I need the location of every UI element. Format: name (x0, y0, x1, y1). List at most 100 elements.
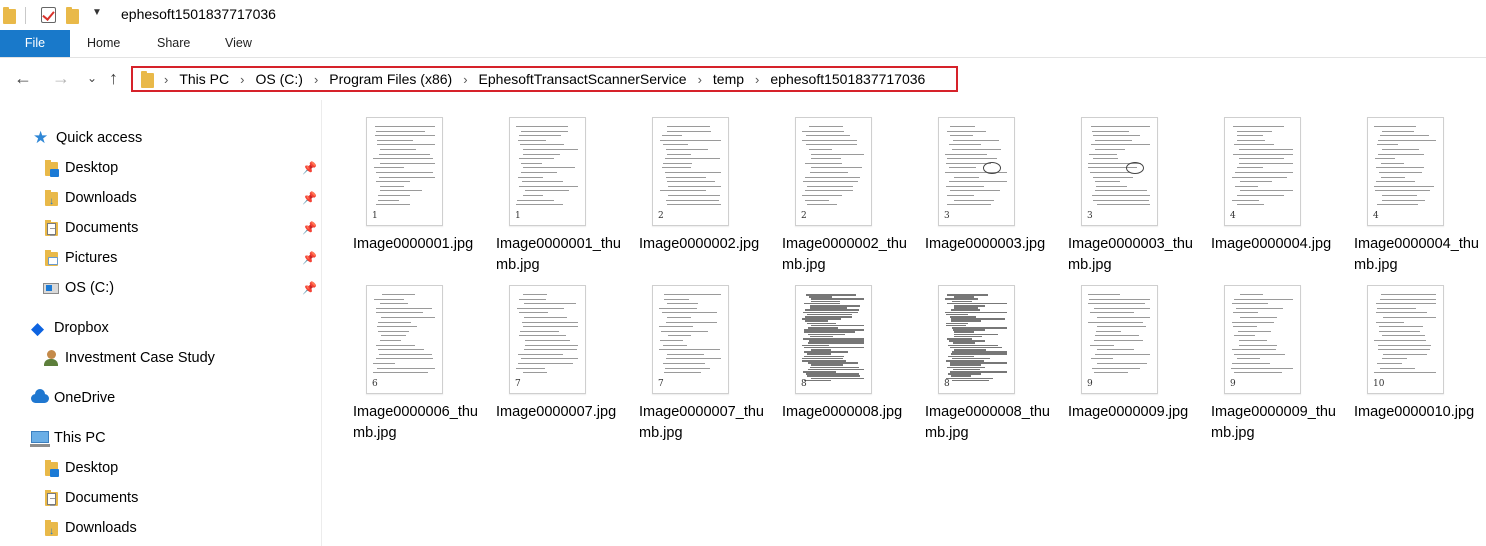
breadcrumb-ephesoft-service[interactable]: EphesoftTransactScannerService (479, 71, 687, 87)
pin-icon[interactable]: 📌 (302, 191, 317, 205)
cloud-icon (31, 389, 49, 407)
shared-folder-icon (42, 349, 60, 367)
sidebar-item-quick-access[interactable]: ★ Quick access (33, 123, 142, 153)
sidebar-item-documents[interactable]: Documents (42, 483, 138, 513)
file-item[interactable]: 2 Image0000002.jpg (635, 100, 765, 265)
file-name: Image0000007.jpg (496, 404, 617, 420)
forward-icon[interactable]: → (52, 68, 70, 89)
tab-view[interactable]: View (211, 30, 266, 57)
file-name: Image0000003.jpg (925, 236, 1046, 252)
image-thumbnail: 4 (1224, 117, 1301, 226)
file-item[interactable]: 4 Image0000004.jpg (1207, 100, 1337, 265)
file-item[interactable]: 3 Image0000003.jpg (921, 100, 1051, 265)
sidebar-item-label: Documents (65, 220, 139, 236)
file-name: Image0000002.jpg (639, 236, 760, 252)
back-icon[interactable]: ← (14, 68, 32, 89)
separator (25, 7, 26, 24)
image-thumbnail: 6 (366, 285, 443, 394)
image-thumbnail: 1 (366, 117, 443, 226)
file-item[interactable]: 9 Image0000009_thumb.jpg (1207, 268, 1337, 441)
up-icon[interactable]: ↑ (109, 68, 118, 89)
image-thumbnail: 4 (1367, 117, 1444, 226)
file-item[interactable]: 2 Image0000002_thumb.jpg (778, 100, 908, 273)
image-thumbnail: 10 (1367, 285, 1444, 394)
breadcrumb-this-pc[interactable]: This PC (179, 71, 229, 87)
image-thumbnail: 3 (938, 117, 1015, 226)
sidebar-item-label: Desktop (65, 460, 119, 476)
desktop-folder-icon (42, 459, 60, 477)
chevron-right-icon[interactable]: › (463, 72, 467, 87)
image-thumbnail: 9 (1081, 285, 1158, 394)
file-item[interactable]: 4 Image0000004_thumb.jpg (1350, 100, 1480, 273)
sidebar-item-downloads[interactable]: ↓ Downloads (42, 183, 137, 213)
breadcrumb-program-files[interactable]: Program Files (x86) (329, 71, 452, 87)
tab-file[interactable]: File (0, 30, 70, 57)
file-item[interactable]: 1 Image0000001.jpg (349, 100, 479, 265)
star-icon: ★ (33, 128, 49, 147)
file-item[interactable]: 7 Image0000007.jpg (492, 268, 622, 433)
address-bar[interactable]: › This PC › OS (C:) › Program Files (x86… (131, 66, 958, 92)
file-item[interactable]: 9 Image0000009.jpg (1064, 268, 1194, 433)
breadcrumb-current-folder[interactable]: ephesoft1501837717036 (770, 71, 925, 87)
pin-icon[interactable]: 📌 (302, 251, 317, 265)
file-item[interactable]: 3 Image0000003_thumb.jpg (1064, 100, 1194, 273)
chevron-right-icon[interactable]: › (240, 72, 244, 87)
sidebar-item-onedrive[interactable]: OneDrive (31, 383, 115, 413)
sidebar-item-label: Desktop (65, 160, 119, 176)
properties-icon[interactable] (41, 7, 56, 23)
sidebar-item-label: Dropbox (54, 320, 109, 336)
tab-home[interactable]: Home (73, 30, 134, 57)
sidebar-item-label: Pictures (65, 250, 118, 266)
file-item[interactable]: 6 Image0000006_thumb.jpg (349, 268, 479, 441)
tab-share[interactable]: Share (143, 30, 204, 57)
sidebar-item-label: OneDrive (54, 390, 116, 406)
file-list: 1 Image0000001.jpg 1 Image0000001_thumb.jpg… (323, 100, 1486, 546)
recent-locations-chevron-icon[interactable]: ⌄ (87, 71, 97, 85)
file-name: Image0000008_thumb.jpg (925, 404, 1050, 441)
sidebar-item-desktop[interactable]: Desktop (42, 153, 118, 183)
sidebar-item-label: Quick access (56, 130, 143, 146)
image-thumbnail: 7 (652, 285, 729, 394)
chevron-right-icon[interactable]: › (164, 72, 168, 87)
chevron-right-icon[interactable]: › (755, 72, 759, 87)
ribbon: File Home Share View (0, 30, 1486, 58)
drive-icon (42, 279, 60, 297)
downloads-folder-icon: ↓ (42, 189, 60, 207)
desktop-folder-icon (42, 159, 60, 177)
sidebar-item-label: Documents (65, 490, 139, 506)
sidebar-item-this-pc[interactable]: This PC (30, 423, 106, 453)
pin-icon[interactable]: 📌 (302, 161, 317, 175)
pin-icon[interactable]: 📌 (302, 281, 317, 295)
sidebar-item-pictures[interactable]: Pictures (42, 243, 117, 273)
navigation-pane: ★ Quick access Desktop 📌 ↓ Downloads 📌 D… (0, 100, 322, 546)
image-thumbnail: 7 (509, 285, 586, 394)
breadcrumb-temp[interactable]: temp (713, 71, 744, 87)
sidebar-item-label: OS (C:) (65, 280, 115, 296)
file-name: Image0000010.jpg (1354, 404, 1475, 420)
sidebar-item-label: Downloads (65, 190, 137, 206)
pin-icon[interactable]: 📌 (302, 221, 317, 235)
sidebar-item-documents[interactable]: Documents (42, 213, 138, 243)
title-bar: ▼ ephesoft1501837717036 (0, 0, 1486, 30)
file-item[interactable]: 10 Image0000010.jpg (1350, 268, 1480, 433)
customize-quick-access-icon[interactable]: ▼ (92, 7, 102, 18)
file-name: Image0000004.jpg (1211, 236, 1332, 252)
folder-icon (141, 71, 154, 88)
image-thumbnail: 2 (795, 117, 872, 226)
breadcrumb-os-c[interactable]: OS (C:) (255, 71, 302, 87)
file-item[interactable]: 8 Image0000008_thumb.jpg (921, 268, 1051, 441)
chevron-right-icon[interactable]: › (314, 72, 318, 87)
sidebar-item-desktop[interactable]: Desktop (42, 453, 118, 483)
file-name: Image0000009.jpg (1068, 404, 1189, 420)
file-item[interactable]: 1 Image0000001_thumb.jpg (492, 100, 622, 273)
sidebar-item-os-c[interactable]: OS (C:) (42, 273, 114, 303)
documents-folder-icon (42, 219, 60, 237)
file-item[interactable]: 8 Image0000008.jpg (778, 268, 908, 433)
file-name: Image0000001.jpg (353, 236, 474, 252)
dropbox-icon: ◆ (31, 319, 45, 338)
sidebar-item-investment-case-study[interactable]: Investment Case Study (42, 343, 215, 373)
file-item[interactable]: 7 Image0000007_thumb.jpg (635, 268, 765, 441)
chevron-right-icon[interactable]: › (698, 72, 702, 87)
sidebar-item-downloads[interactable]: ↓ Downloads (42, 513, 137, 543)
sidebar-item-dropbox[interactable]: ◆ Dropbox (31, 313, 109, 343)
